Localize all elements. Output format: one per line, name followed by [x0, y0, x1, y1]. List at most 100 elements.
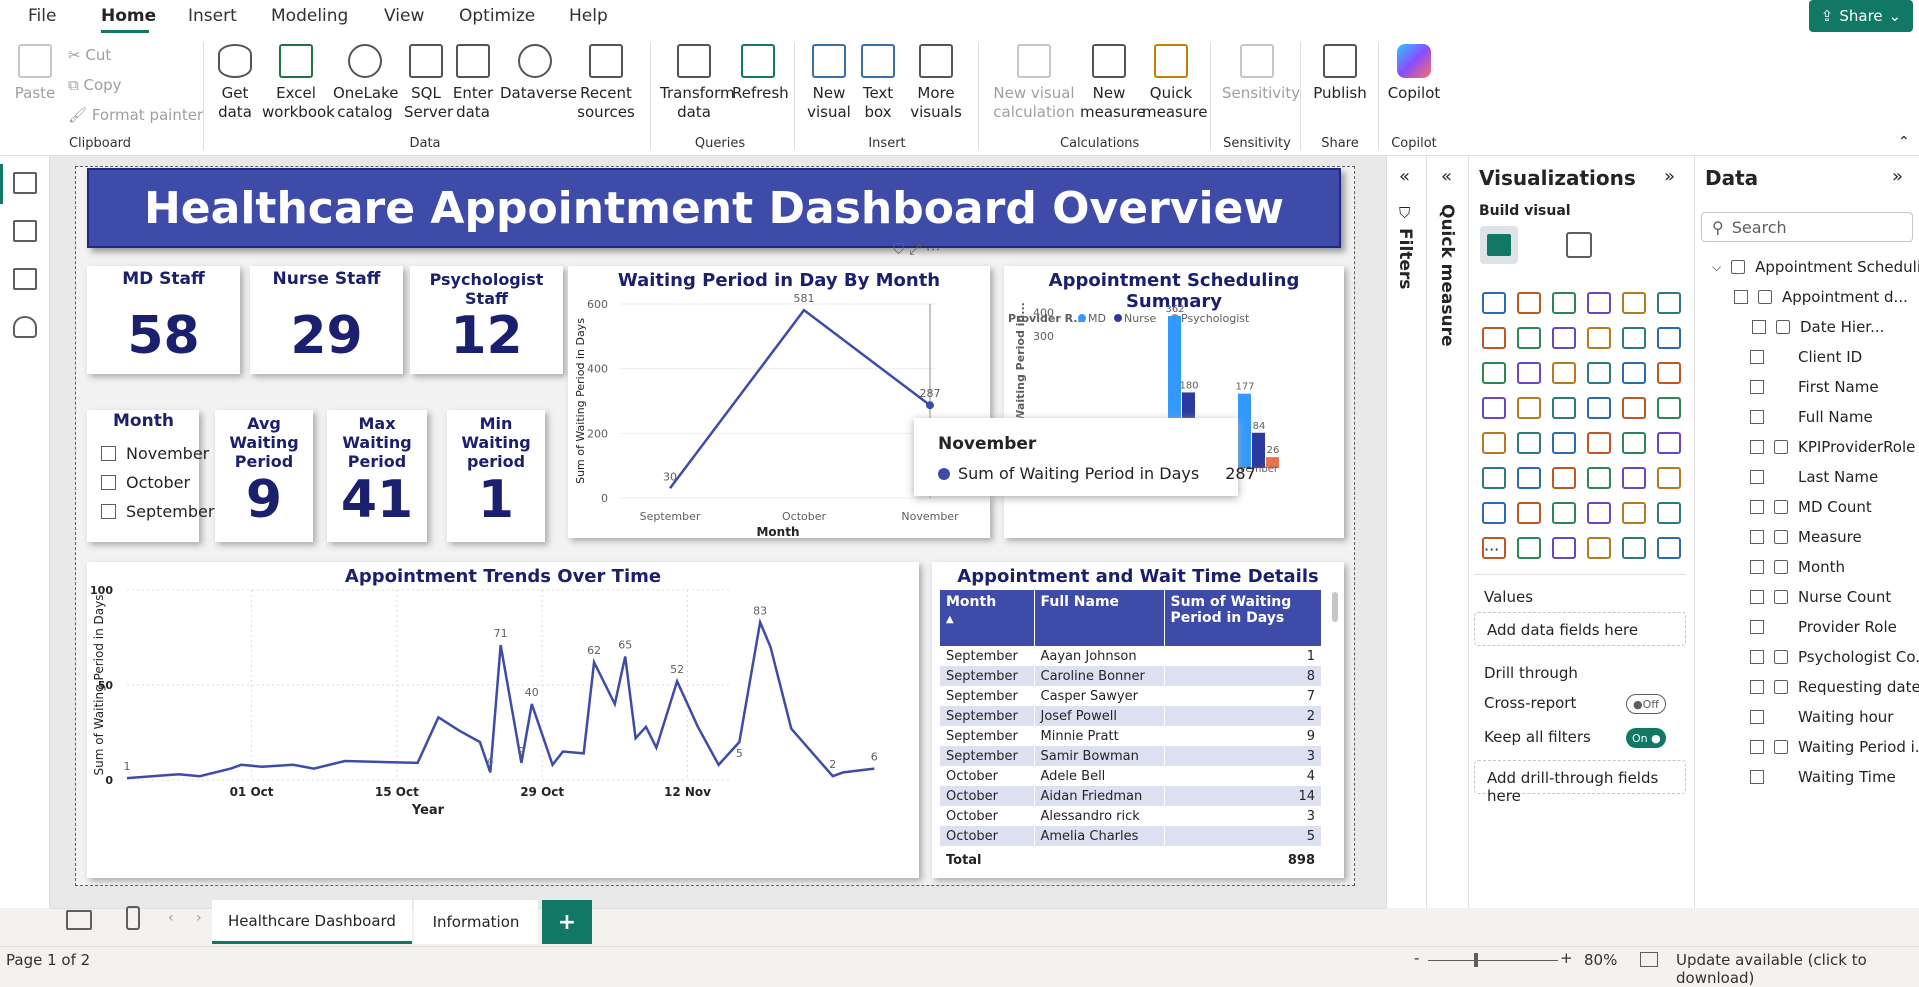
field-checkbox[interactable] — [1734, 290, 1748, 304]
text-box-button[interactable]: Text box — [858, 44, 898, 122]
prev-page-icon[interactable]: ‹ — [168, 910, 174, 926]
field-checkbox[interactable] — [1750, 530, 1764, 544]
add-page-button[interactable]: + — [542, 900, 592, 944]
quick-measure-pane[interactable]: « Quick measure — [1426, 156, 1468, 908]
visual-type-icon[interactable] — [1587, 327, 1611, 349]
filters-pane[interactable]: « ⛉ Filters — [1386, 156, 1426, 908]
next-page-icon[interactable]: › — [196, 910, 202, 926]
field-checkbox[interactable] — [1750, 650, 1764, 664]
update-notice[interactable]: Update available (click to download) — [1676, 951, 1919, 987]
visual-type-icon[interactable] — [1552, 362, 1576, 384]
table-row[interactable]: September Aayan Johnson 1 — [940, 646, 1322, 666]
visual-type-icon[interactable] — [1622, 397, 1646, 419]
collapse-data-icon[interactable]: » — [1892, 166, 1903, 187]
table-scrollbar[interactable] — [1332, 592, 1338, 622]
visual-type-icon[interactable] — [1482, 432, 1506, 454]
visual-type-icon[interactable] — [1482, 362, 1506, 384]
field-item[interactable]: First Name — [1750, 378, 1879, 396]
zoom-in-icon[interactable]: + — [1560, 949, 1573, 967]
visual-type-icon[interactable] — [1482, 467, 1506, 489]
field-item[interactable]: Full Name — [1750, 408, 1873, 426]
visual-type-icon[interactable] — [1517, 467, 1541, 489]
paste-button[interactable]: Paste — [12, 44, 58, 103]
visual-type-icon[interactable] — [1657, 537, 1681, 559]
visual-type-icon[interactable] — [1622, 502, 1646, 524]
excel-workbook-button[interactable]: Excel workbook — [262, 44, 335, 122]
checkbox[interactable] — [101, 504, 116, 519]
field-checkbox[interactable] — [1750, 680, 1764, 694]
table-row[interactable]: September Samir Bowman 3 — [940, 746, 1322, 766]
sensitivity-button[interactable]: Sensitivity — [1222, 44, 1300, 103]
collapse-visualizations-icon[interactable]: » — [1664, 166, 1675, 187]
field-item[interactable]: MD Count — [1750, 498, 1872, 516]
field-item[interactable]: Date Hier... — [1752, 318, 1884, 336]
checkbox[interactable] — [101, 446, 116, 461]
field-item[interactable]: Measure — [1750, 528, 1862, 546]
mobile-layout-icon[interactable] — [126, 906, 140, 930]
visual-type-icon[interactable] — [1552, 467, 1576, 489]
table-row[interactable]: October Adele Bell 4 — [940, 766, 1322, 786]
visual-type-icon[interactable] — [1482, 327, 1506, 349]
cut-button[interactable]: ✂ Cut — [68, 46, 111, 64]
visual-type-icon[interactable] — [1587, 292, 1611, 314]
field-checkbox[interactable] — [1750, 410, 1764, 424]
new-visual-button[interactable]: New visual — [806, 44, 852, 122]
field-item[interactable]: Psychologist Co... — [1750, 648, 1919, 666]
table-row[interactable]: September Casper Sawyer 7 — [940, 686, 1322, 706]
kpi-nurse-staff[interactable]: Nurse Staff 29 — [250, 266, 403, 374]
field-item[interactable]: Nurse Count — [1750, 588, 1891, 606]
visual-type-icon[interactable] — [1587, 502, 1611, 524]
field-checkbox[interactable] — [1750, 440, 1764, 454]
zoom-slider-thumb[interactable] — [1474, 953, 1478, 967]
visual-type-icon[interactable] — [1657, 432, 1681, 454]
field-item[interactable]: Requesting date — [1750, 678, 1919, 696]
kpi-psychologist-staff[interactable]: Psychologist Staff 12 — [410, 266, 563, 374]
field-item[interactable]: Provider Role — [1750, 618, 1897, 636]
visual-type-icon[interactable] — [1552, 397, 1576, 419]
onelake-catalog-button[interactable]: OneLake catalog — [333, 44, 398, 122]
visual-type-icon[interactable] — [1552, 327, 1576, 349]
visual-header-icons[interactable]: ⛉ ⤢ ⋯ — [893, 240, 941, 258]
field-checkbox[interactable] — [1750, 500, 1764, 514]
visual-type-icon[interactable] — [1622, 327, 1646, 349]
sql-server-button[interactable]: SQL Server — [404, 44, 453, 122]
table-row[interactable]: October Alessandro rick 3 — [940, 806, 1322, 826]
recent-sources-button[interactable]: Recent sources — [574, 44, 638, 122]
field-item[interactable]: Waiting Period i... — [1750, 738, 1919, 756]
copy-button[interactable]: ⧉ Copy — [68, 76, 122, 94]
field-item[interactable]: Client ID — [1750, 348, 1862, 366]
field-checkbox[interactable] — [1750, 620, 1764, 634]
visual-type-icon[interactable] — [1517, 537, 1541, 559]
new-visual-calculation-button[interactable]: New visual calculation — [992, 44, 1076, 122]
visual-type-icon[interactable] — [1587, 397, 1611, 419]
keep-all-filters-toggle[interactable]: On ● — [1626, 728, 1666, 748]
column-header-waiting-sum[interactable]: Sum of Waiting Period in Days — [1164, 590, 1322, 646]
table-row[interactable]: October Amelia Charles 5 — [940, 826, 1322, 846]
field-checkbox[interactable] — [1750, 710, 1764, 724]
visual-type-icon[interactable] — [1482, 292, 1506, 314]
visual-type-icon[interactable] — [1657, 467, 1681, 489]
column-header-full-name[interactable]: Full Name — [1034, 590, 1165, 646]
kpi-max-waiting[interactable]: Max Waiting Period 41 — [327, 410, 427, 542]
refresh-button[interactable]: Refresh — [732, 44, 789, 103]
model-view-icon[interactable] — [13, 268, 37, 290]
slicer-option-november[interactable]: November — [101, 444, 209, 463]
drill-through-drop-zone[interactable]: Add drill-through fields here — [1474, 760, 1686, 805]
expand-quick-measure-icon[interactable]: « — [1441, 166, 1452, 187]
visual-type-icon[interactable] — [1552, 432, 1576, 454]
checkbox[interactable] — [101, 475, 116, 490]
dataverse-button[interactable]: Dataverse — [500, 44, 577, 103]
field-checkbox[interactable] — [1750, 770, 1764, 784]
visual-type-icon[interactable] — [1552, 537, 1576, 559]
visual-type-icon[interactable] — [1517, 432, 1541, 454]
visual-type-icon[interactable] — [1552, 502, 1576, 524]
cross-report-toggle[interactable]: ● Off — [1626, 694, 1666, 714]
visual-type-icon[interactable] — [1622, 467, 1646, 489]
visual-type-icon[interactable] — [1482, 397, 1506, 419]
visual-type-icon[interactable] — [1517, 362, 1541, 384]
tab-information[interactable]: Information — [414, 900, 538, 944]
field-item[interactable]: Last Name — [1750, 468, 1878, 486]
visual-type-icon[interactable] — [1622, 432, 1646, 454]
format-visual-icon[interactable] — [1566, 232, 1592, 258]
visual-type-icon[interactable] — [1657, 327, 1681, 349]
